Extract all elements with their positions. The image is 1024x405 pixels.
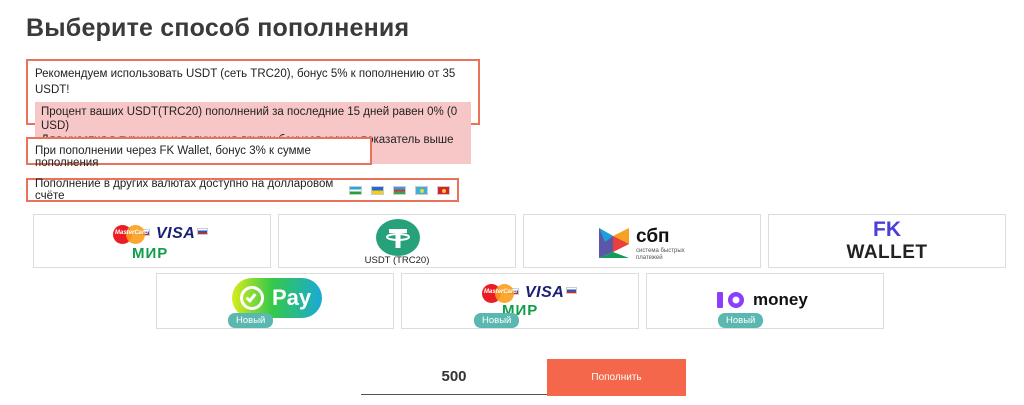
fk-wallet-notice: При пополнении через FK Wallet, бонус 3%… bbox=[26, 137, 372, 169]
kg-flag-icon[interactable] bbox=[437, 185, 450, 195]
yoomoney-label: money bbox=[753, 290, 808, 309]
new-badge: Новый bbox=[228, 313, 274, 328]
method-card-sberpay[interactable]: Pay Новый bbox=[156, 273, 394, 329]
ua-flag-icon[interactable] bbox=[371, 185, 384, 195]
russia-flag-icon bbox=[197, 227, 209, 235]
visa-icon: VISA bbox=[525, 284, 565, 301]
method-card-bank-cards[interactable]: MasterCard VISA МИР bbox=[33, 214, 271, 268]
method-card-sbp[interactable]: сбп система быстрых платежей bbox=[523, 214, 761, 268]
method-card-fk-wallet[interactable]: FK WALLET bbox=[768, 214, 1006, 268]
new-badge: Новый bbox=[474, 313, 520, 328]
sberpay-logo: Pay bbox=[232, 278, 322, 318]
usdt-notice: Рекомендуем использовать USDT (сеть TRC2… bbox=[26, 59, 480, 164]
currencies-notice-text: Пополнение в других валютах доступно на … bbox=[35, 178, 334, 202]
sberpay-label: Pay bbox=[272, 285, 312, 310]
page-title: Выберите способ пополнения bbox=[26, 14, 410, 42]
amount-input[interactable] bbox=[361, 359, 547, 395]
mastercard-icon: MasterCard bbox=[482, 282, 517, 304]
mir-icon: МИР bbox=[132, 245, 169, 262]
mastercard-icon: MasterCard bbox=[113, 223, 148, 245]
currencies-notice: Пополнение в других валютах доступно на … bbox=[26, 178, 459, 202]
sbp-subtitle-1: система быстрых bbox=[636, 248, 685, 254]
sber-check-icon bbox=[240, 286, 264, 310]
uz-flag-icon[interactable] bbox=[349, 185, 362, 195]
usdt-label: USDT (TRC20) bbox=[364, 255, 430, 266]
usdt-recommend-text: Рекомендуем использовать USDT (сеть TRC2… bbox=[35, 68, 456, 96]
method-card-bank-cards-new[interactable]: MasterCard VISA МИР Новый bbox=[401, 273, 639, 329]
currency-flags bbox=[349, 185, 450, 195]
fk-logo-icon: FK bbox=[873, 218, 901, 241]
wallet-label: WALLET bbox=[846, 242, 928, 263]
az-flag-icon[interactable] bbox=[393, 185, 406, 195]
visa-icon: VISA bbox=[156, 225, 196, 242]
sbp-subtitle-2: платежей bbox=[636, 255, 663, 261]
deposit-button[interactable]: Пополнить bbox=[547, 359, 686, 396]
russia-flag-icon bbox=[566, 286, 578, 294]
yoomoney-icon bbox=[717, 292, 744, 308]
method-card-yoomoney[interactable]: money Новый bbox=[646, 273, 884, 329]
tether-icon bbox=[376, 219, 420, 256]
kz-flag-icon[interactable] bbox=[415, 185, 428, 195]
sbp-name: сбп bbox=[636, 226, 670, 247]
fk-wallet-notice-text: При пополнении через FK Wallet, бонус 3%… bbox=[35, 145, 311, 169]
sbp-icon bbox=[599, 228, 629, 258]
new-badge: Новый bbox=[718, 313, 764, 328]
method-card-usdt[interactable]: USDT (TRC20) bbox=[278, 214, 516, 268]
usdt-warning-line1: Процент ваших USDT(TRC20) пополнений за … bbox=[41, 106, 458, 132]
